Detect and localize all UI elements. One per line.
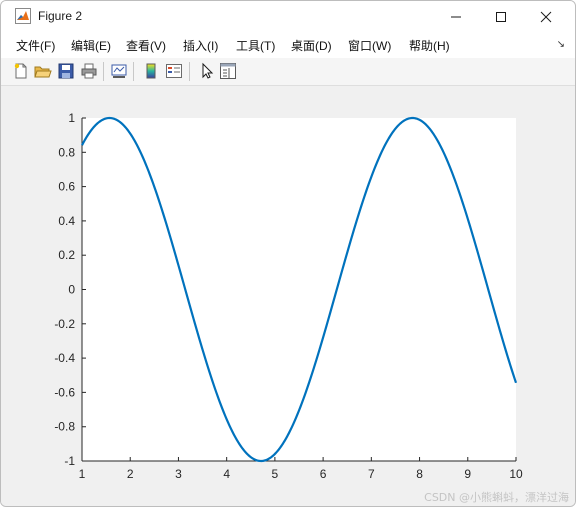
menu-bar: 文件(F) 编辑(E) 查看(V) 插入(I) 工具(T) 桌面(D) 窗口(W…: [1, 32, 575, 58]
title-bar: Figure 2: [1, 1, 575, 32]
chart-svg: 1 2 3 4 5 6 7 8 9 10 1 0.8 0.6 0.4 0.2 0 -0.2 -0.4 -0.6 -0.…: [54, 111, 523, 481]
x-tick-label: 10: [509, 467, 523, 481]
close-button[interactable]: [523, 1, 569, 32]
y-tick-label: 0: [68, 283, 75, 297]
x-tick-label: 4: [223, 467, 230, 481]
link-plot-icon[interactable]: [110, 62, 128, 80]
menu-edit[interactable]: 编辑(E): [71, 37, 111, 54]
figure-window: Figure 2 文件(F) 编辑(E) 查看(V) 插入(I) 工具(T) 桌…: [0, 0, 576, 507]
x-tick-label: 9: [464, 467, 471, 481]
close-icon: [540, 11, 552, 22]
new-figure-icon[interactable]: [12, 62, 30, 80]
x-tick-label: 8: [416, 467, 423, 481]
menu-file[interactable]: 文件(F): [16, 37, 55, 54]
x-tick-label: 3: [175, 467, 182, 481]
y-tick-label: -1: [64, 454, 75, 468]
window-title: Figure 2: [38, 9, 83, 23]
y-tick-label: 0.8: [58, 145, 75, 159]
colorbar-icon[interactable]: [142, 62, 160, 80]
y-tick-label: 0.2: [58, 248, 75, 262]
pointer-icon[interactable]: [198, 62, 216, 80]
y-tick-label: -0.4: [54, 351, 75, 365]
open-file-icon[interactable]: [34, 62, 52, 80]
matlab-app-icon: [15, 8, 31, 24]
menu-window[interactable]: 窗口(W): [348, 37, 391, 54]
property-editor-icon[interactable]: [219, 62, 237, 80]
save-icon[interactable]: [57, 62, 75, 80]
watermark-text: CSDN @小熊蝌蚪，漂洋过海: [424, 491, 569, 504]
x-tick-label: 2: [127, 467, 134, 481]
toolbar: [1, 58, 575, 86]
toolbar-separator: [103, 62, 104, 81]
y-tick-label: 1: [68, 111, 75, 125]
y-tick-label: -0.2: [54, 317, 75, 331]
maximize-icon: [496, 11, 506, 22]
x-tick-label: 6: [320, 467, 327, 481]
minimize-button[interactable]: [433, 1, 479, 32]
y-tick-label: -0.6: [54, 385, 75, 399]
x-tick-label: 7: [368, 467, 375, 481]
menu-desktop[interactable]: 桌面(D): [291, 37, 332, 54]
y-tick-label: 0.6: [58, 180, 75, 194]
menu-view[interactable]: 查看(V): [126, 37, 166, 54]
legend-icon[interactable]: [165, 62, 183, 80]
minimize-icon: [451, 16, 461, 17]
maximize-button[interactable]: [478, 1, 524, 32]
print-icon[interactable]: [80, 62, 98, 80]
menu-insert[interactable]: 插入(I): [183, 37, 218, 54]
x-tick-label: 5: [272, 467, 279, 481]
menu-help[interactable]: 帮助(H): [409, 37, 450, 54]
y-tick-label: 0.4: [58, 214, 75, 228]
menu-tools[interactable]: 工具(T): [236, 37, 275, 54]
y-tick-label: -0.8: [54, 420, 75, 434]
toolbar-separator: [133, 62, 134, 81]
dock-arrow-icon[interactable]: ↘: [557, 39, 565, 50]
toolbar-separator: [189, 62, 190, 81]
x-tick-label: 1: [79, 467, 86, 481]
figure-canvas: 1 2 3 4 5 6 7 8 9 10 1 0.8 0.6 0.4 0.2 0 -0.2 -0.4 -0.6 -0.…: [1, 86, 575, 506]
